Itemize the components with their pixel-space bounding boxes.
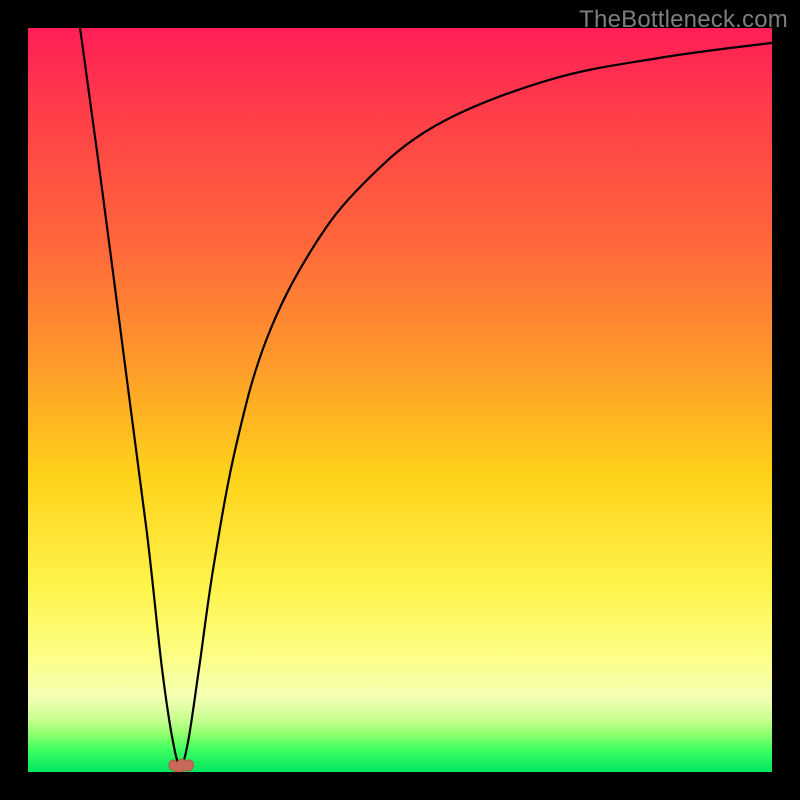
plot-area — [28, 28, 772, 772]
dip-marker-icon — [166, 752, 196, 772]
dip-marker — [166, 752, 196, 772]
chart-frame: TheBottleneck.com — [0, 0, 800, 800]
curve-path — [80, 28, 772, 765]
bottleneck-curve — [28, 28, 772, 772]
